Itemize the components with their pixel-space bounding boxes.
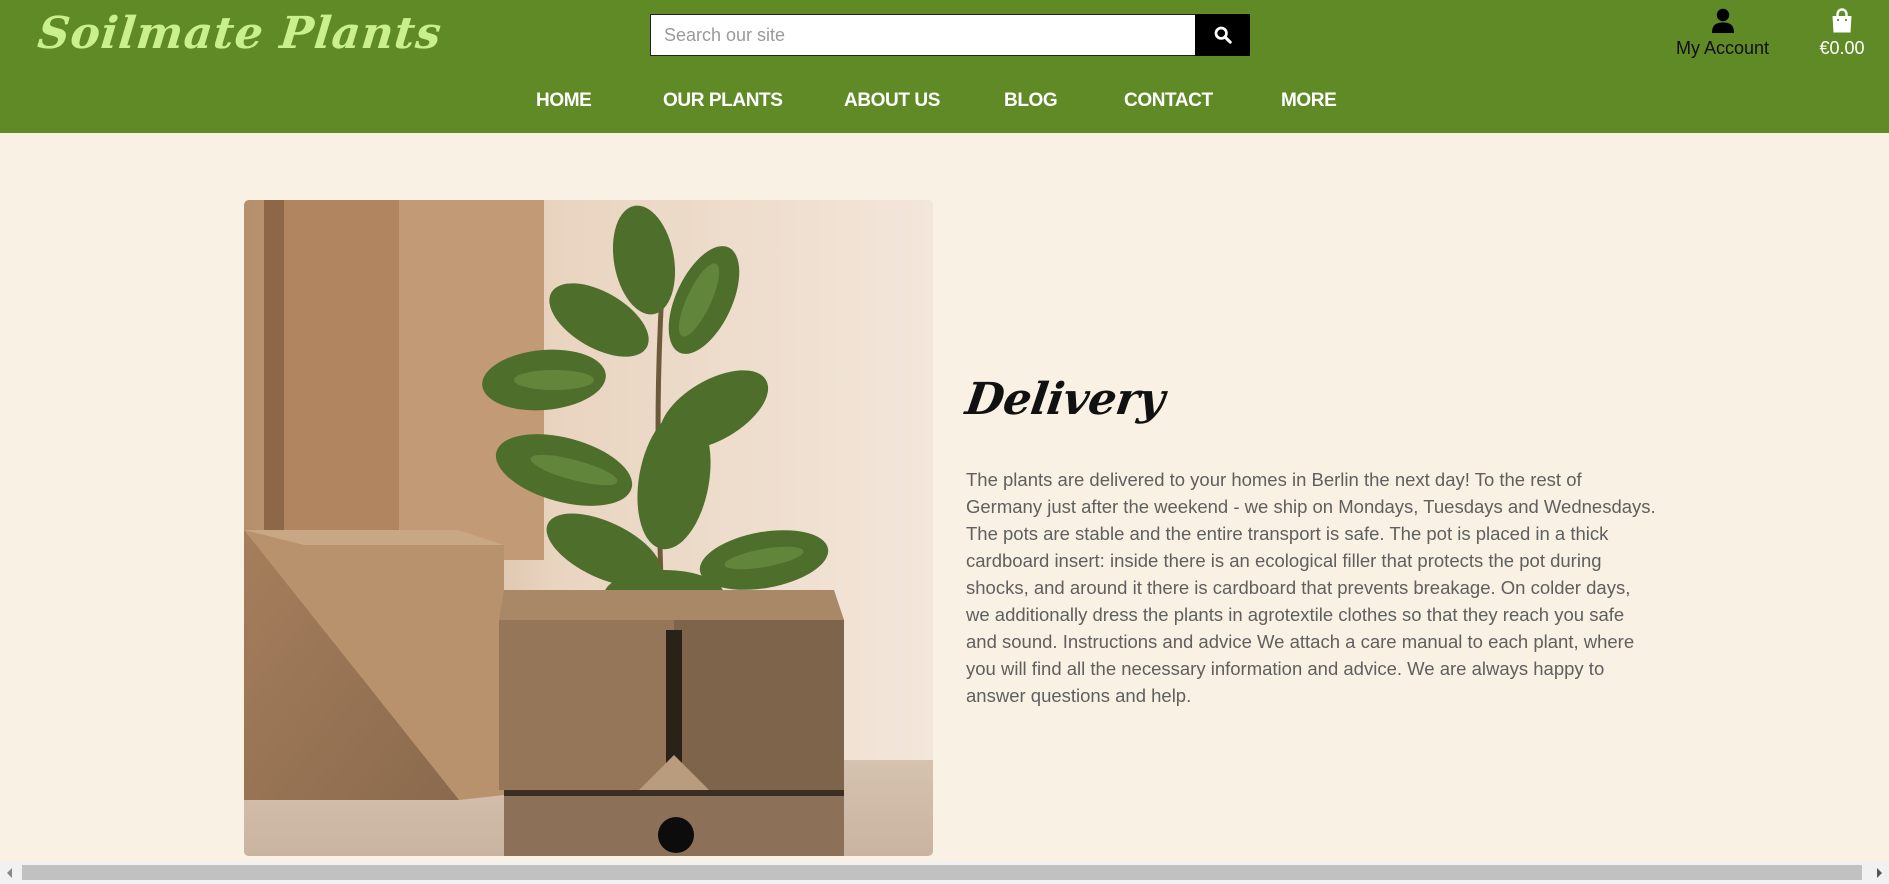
nav-home[interactable]: HOME [536, 90, 592, 112]
search-input[interactable] [650, 14, 1195, 56]
scroll-right-arrow[interactable] [1877, 868, 1882, 878]
scroll-left-arrow[interactable] [7, 868, 12, 878]
delivery-plant-image [244, 200, 933, 856]
user-icon [1711, 8, 1734, 33]
nav-contact[interactable]: CONTACT [1124, 90, 1213, 112]
nav-about-us[interactable]: ABOUT US [844, 90, 940, 112]
cart-total: €0.00 [1819, 38, 1865, 58]
cart-link[interactable]: €0.00 [1812, 8, 1872, 59]
nav-blog[interactable]: BLOG [1004, 90, 1058, 112]
search-icon [1214, 26, 1232, 44]
delivery-description: The plants are delivered to your homes i… [966, 469, 1656, 706]
search-button[interactable] [1195, 14, 1250, 56]
nav-more[interactable]: MORE [1281, 90, 1337, 112]
main-navigation: HOME OUR PLANTS ABOUT US BLOG CONTACT MO… [0, 90, 1889, 116]
scrollbar-thumb[interactable] [22, 865, 1862, 880]
search-form [650, 14, 1250, 56]
site-logo[interactable]: Soilmate Plants [35, 8, 444, 59]
page-title: Delivery [962, 374, 1168, 425]
nav-our-plants[interactable]: OUR PLANTS [663, 90, 783, 112]
horizontal-scrollbar[interactable] [0, 862, 1889, 884]
my-account-label: My Account [1675, 38, 1770, 58]
site-header: Soilmate Plants My Account €0.00 HOME OU… [0, 0, 1889, 133]
shopping-bag-icon [1832, 8, 1852, 33]
my-account-link[interactable]: My Account [1665, 8, 1780, 59]
